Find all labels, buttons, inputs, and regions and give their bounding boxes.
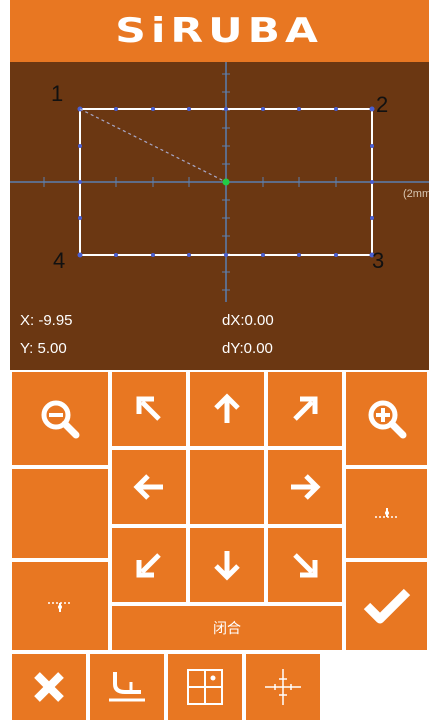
- arrow-left-button[interactable]: [110, 448, 188, 526]
- arrow-down-icon: [214, 551, 240, 581]
- presser-foot-button[interactable]: [88, 652, 166, 722]
- brand-logo: SiRUBA: [115, 11, 324, 51]
- crosshair-icon: [265, 669, 301, 705]
- close-shape-button[interactable]: 闭合: [110, 604, 344, 652]
- zoom-in-button[interactable]: [344, 370, 429, 467]
- needle-path: [79, 108, 227, 183]
- point-count-label: 点数:: [324, 686, 361, 703]
- arrow-up-icon: [214, 393, 240, 423]
- close-shape-label: 闭合: [213, 620, 241, 636]
- zoom-out-button[interactable]: [10, 370, 110, 467]
- dy-readout: dY:0.00: [222, 340, 273, 357]
- corner-label-3: 3: [372, 248, 385, 273]
- point-up-button[interactable]: [344, 467, 429, 560]
- corner-label-4: 4: [53, 248, 66, 273]
- grid-view-button[interactable]: [166, 652, 244, 722]
- point-down-button[interactable]: [10, 560, 110, 652]
- point-count-value: 0: [404, 680, 413, 697]
- close-x-icon: [34, 672, 64, 702]
- arrow-up-left-icon: [136, 396, 161, 421]
- arrow-down-left-button[interactable]: [110, 526, 188, 604]
- x-readout: X: -9.95: [20, 312, 73, 329]
- grid-origin-icon: [187, 669, 223, 705]
- corner-label-2: 2: [376, 92, 389, 117]
- pattern-drawing: [10, 62, 429, 302]
- needle-position-button[interactable]: [244, 652, 322, 722]
- corner-label-1: 1: [51, 81, 64, 106]
- arrow-right-icon: [291, 474, 321, 500]
- arrow-left-icon: [133, 474, 163, 500]
- cancel-button[interactable]: [10, 652, 88, 722]
- arrow-up-left-button[interactable]: [110, 370, 188, 448]
- y-readout: Y: 5.00: [20, 340, 67, 357]
- origin-point: [222, 178, 230, 186]
- pattern-canvas[interactable]: 1 2 3 4 (2mm X: -9.95 Y: 5.00 dX:0.00 dY…: [10, 62, 429, 370]
- point-up-icon: [374, 507, 399, 518]
- arrow-up-right-icon: [293, 396, 318, 421]
- checkmark-icon: [363, 588, 410, 624]
- app-frame: SiRUBA 1 2 3 4 (2mm X: -9.95 Y: 5.00 dX:…: [10, 0, 429, 722]
- dx-readout: dX:0.00: [222, 312, 274, 329]
- scale-label: (2mm: [403, 188, 429, 200]
- blank-left-button[interactable]: [10, 467, 110, 560]
- arrow-down-right-icon: [293, 553, 318, 578]
- confirm-button[interactable]: [344, 560, 429, 652]
- arrow-down-right-button[interactable]: [266, 526, 344, 604]
- zoom-in-icon: [368, 400, 406, 438]
- presser-foot-icon: [109, 672, 145, 702]
- arrow-up-right-button[interactable]: [266, 370, 344, 448]
- point-down-icon: [48, 602, 72, 612]
- zoom-out-icon: [41, 400, 80, 438]
- arrow-right-button[interactable]: [266, 448, 344, 526]
- header-bar: SiRUBA: [10, 0, 429, 62]
- arrow-down-left-icon: [136, 553, 161, 578]
- arrow-down-button[interactable]: [188, 526, 266, 604]
- arrow-up-button[interactable]: [188, 370, 266, 448]
- center-blank-button[interactable]: [188, 448, 266, 526]
